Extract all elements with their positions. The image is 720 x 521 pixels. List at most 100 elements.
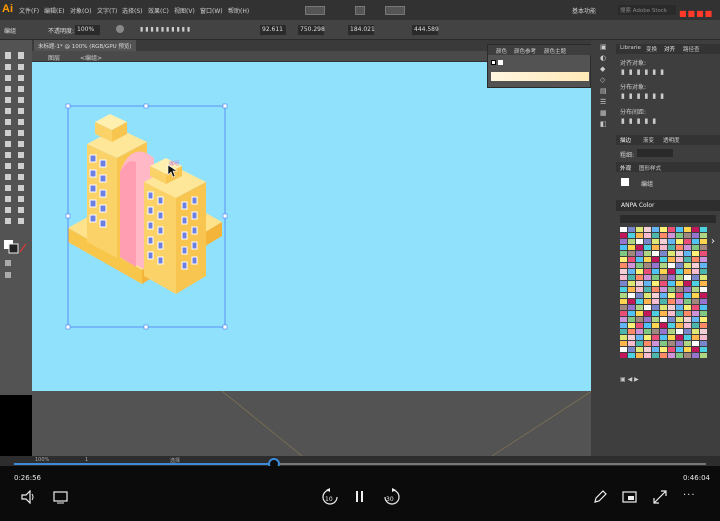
color-swatch[interactable] bbox=[692, 269, 699, 274]
color-swatch[interactable] bbox=[668, 275, 675, 280]
align-icons[interactable]: ▮▮▮▮▮▮ bbox=[621, 68, 668, 76]
color-swatch[interactable] bbox=[692, 323, 699, 328]
menu-edit[interactable]: 编辑(E) bbox=[44, 6, 64, 15]
color-swatch[interactable] bbox=[620, 275, 627, 280]
color-swatch[interactable] bbox=[700, 323, 707, 328]
color-swatch[interactable] bbox=[636, 317, 643, 322]
color-swatch[interactable] bbox=[684, 263, 691, 268]
color-swatch[interactable] bbox=[628, 335, 635, 340]
color-swatch[interactable] bbox=[684, 287, 691, 292]
color-swatch[interactable] bbox=[652, 275, 659, 280]
color-swatch[interactable] bbox=[644, 281, 651, 286]
color-swatch[interactable] bbox=[628, 305, 635, 310]
color-swatch[interactable] bbox=[684, 329, 691, 334]
color-swatch[interactable] bbox=[676, 353, 683, 358]
panel-expand-icon[interactable]: › bbox=[711, 236, 715, 247]
color-swatch[interactable] bbox=[636, 329, 643, 334]
color-swatch[interactable] bbox=[668, 233, 675, 238]
color-swatch[interactable] bbox=[700, 251, 707, 256]
stock-search-input[interactable]: 搜索 Adobe Stock bbox=[618, 5, 676, 15]
color-swatch[interactable] bbox=[620, 299, 627, 304]
building-illustration[interactable] bbox=[32, 62, 591, 391]
color-swatch[interactable] bbox=[620, 269, 627, 274]
color-swatch[interactable] bbox=[620, 335, 627, 340]
color-swatch[interactable] bbox=[676, 239, 683, 244]
color-swatch[interactable] bbox=[684, 239, 691, 244]
color-swatch[interactable] bbox=[676, 281, 683, 286]
color-swatch[interactable] bbox=[692, 263, 699, 268]
pen-icon[interactable] bbox=[592, 489, 608, 505]
color-swatch[interactable] bbox=[660, 317, 667, 322]
menu-type[interactable]: 文字(T) bbox=[97, 6, 117, 15]
color-swatch[interactable] bbox=[652, 293, 659, 298]
color-swatch[interactable] bbox=[628, 353, 635, 358]
color-swatch[interactable] bbox=[620, 257, 627, 262]
swatch-panel-footer[interactable]: ▣ ◀ ▶ bbox=[620, 376, 639, 383]
color-swatch[interactable] bbox=[660, 305, 667, 310]
color-swatch[interactable] bbox=[660, 233, 667, 238]
color-swatch[interactable] bbox=[684, 293, 691, 298]
volume-icon[interactable] bbox=[20, 490, 36, 504]
color-swatch[interactable] bbox=[636, 281, 643, 286]
color-swatch[interactable] bbox=[644, 317, 651, 322]
menu-view[interactable]: 视图(V) bbox=[174, 6, 195, 15]
color-swatch[interactable] bbox=[644, 329, 651, 334]
color-swatch[interactable] bbox=[644, 263, 651, 268]
color-swatch[interactable] bbox=[692, 329, 699, 334]
color-swatch[interactable] bbox=[692, 227, 699, 232]
color-swatch[interactable] bbox=[684, 251, 691, 256]
color-swatch[interactable] bbox=[636, 233, 643, 238]
align-quick-icons[interactable]: ▮ ▮ ▮ ▮ ▮ ▮ ▮ ▮ ▮ ▮ bbox=[140, 26, 236, 34]
color-swatch[interactable] bbox=[620, 323, 627, 328]
color-swatch[interactable] bbox=[620, 305, 627, 310]
color-swatch[interactable] bbox=[692, 275, 699, 280]
color-swatch[interactable] bbox=[668, 281, 675, 286]
menu-select[interactable]: 选择(S) bbox=[122, 6, 143, 15]
color-swatch[interactable] bbox=[668, 293, 675, 298]
color-swatch[interactable] bbox=[660, 329, 667, 334]
color-swatch[interactable] bbox=[660, 323, 667, 328]
color-swatch[interactable] bbox=[628, 299, 635, 304]
y-input[interactable]: 750.298 bbox=[298, 25, 325, 35]
tool-icons[interactable] bbox=[0, 50, 32, 280]
color-swatch[interactable] bbox=[660, 245, 667, 250]
color-swatch[interactable] bbox=[692, 245, 699, 250]
color-swatch[interactable] bbox=[636, 353, 643, 358]
color-swatch[interactable] bbox=[620, 263, 627, 268]
color-swatch[interactable] bbox=[676, 257, 683, 262]
tab-color[interactable]: 颜色 bbox=[496, 47, 507, 55]
color-swatch[interactable] bbox=[644, 269, 651, 274]
tab-align[interactable]: 对齐 bbox=[664, 45, 675, 53]
color-swatch[interactable] bbox=[628, 239, 635, 244]
color-swatch[interactable] bbox=[652, 317, 659, 322]
color-swatch[interactable] bbox=[684, 347, 691, 352]
color-swatch[interactable] bbox=[652, 353, 659, 358]
color-swatch[interactable] bbox=[644, 305, 651, 310]
color-swatch[interactable] bbox=[644, 311, 651, 316]
color-swatch[interactable] bbox=[668, 329, 675, 334]
color-swatch[interactable] bbox=[628, 317, 635, 322]
color-swatch[interactable] bbox=[652, 341, 659, 346]
color-swatch[interactable] bbox=[620, 233, 627, 238]
color-swatch[interactable] bbox=[684, 275, 691, 280]
document-tab[interactable]: 未标题-1* @ 100% (RGB/GPU 预览) bbox=[34, 40, 136, 51]
color-swatch[interactable] bbox=[628, 341, 635, 346]
color-swatch[interactable] bbox=[684, 281, 691, 286]
color-swatch[interactable] bbox=[636, 263, 643, 268]
color-swatch[interactable] bbox=[628, 227, 635, 232]
color-swatch[interactable] bbox=[676, 251, 683, 256]
color-swatch[interactable] bbox=[668, 305, 675, 310]
tab-gradient[interactable]: 渐变 bbox=[643, 136, 654, 144]
color-swatch[interactable] bbox=[668, 257, 675, 262]
tab-graphic-styles[interactable]: 图形样式 bbox=[639, 164, 661, 172]
color-swatch[interactable] bbox=[628, 263, 635, 268]
color-swatch[interactable] bbox=[660, 281, 667, 286]
color-swatch[interactable] bbox=[700, 341, 707, 346]
color-swatch[interactable] bbox=[628, 311, 635, 316]
tab-appearance[interactable]: 外观 bbox=[620, 164, 631, 172]
color-swatch[interactable] bbox=[700, 269, 707, 274]
color-swatch[interactable] bbox=[700, 245, 707, 250]
color-swatch[interactable] bbox=[684, 311, 691, 316]
color-swatch[interactable] bbox=[700, 329, 707, 334]
menu-object[interactable]: 对象(O) bbox=[70, 6, 91, 15]
